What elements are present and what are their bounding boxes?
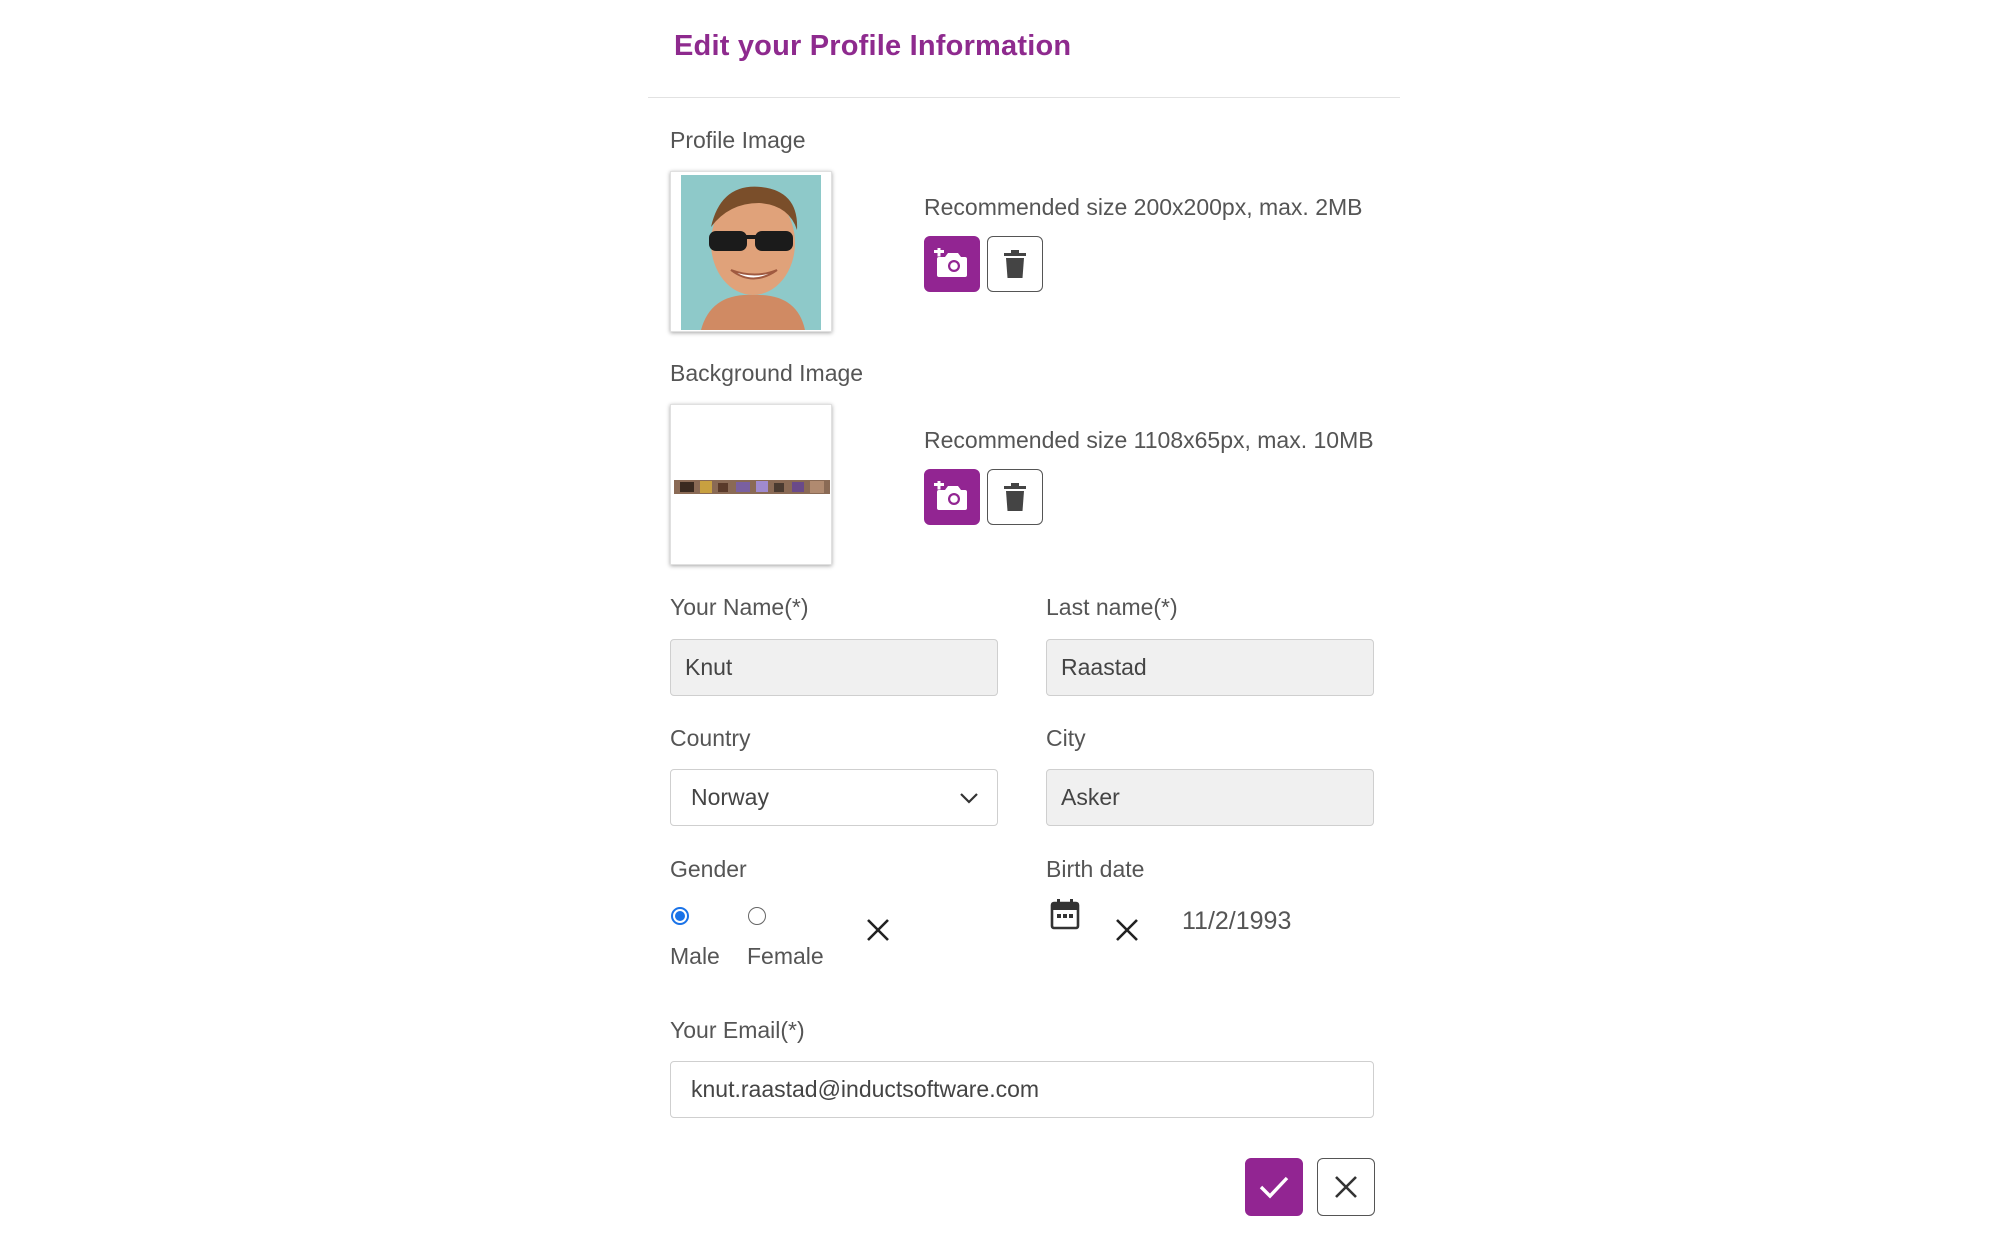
chevron-down-icon xyxy=(960,792,978,804)
close-icon xyxy=(1116,919,1138,941)
save-button[interactable] xyxy=(1245,1158,1303,1216)
title-divider xyxy=(648,97,1400,98)
birth-date-value: 11/2/1993 xyxy=(1182,907,1292,935)
country-select[interactable]: Norway xyxy=(670,769,998,826)
profile-photo xyxy=(681,175,821,330)
delete-profile-image-button[interactable] xyxy=(987,236,1043,292)
gender-female-label: Female xyxy=(747,943,824,969)
gender-label: Gender xyxy=(670,856,747,882)
gender-male-radio[interactable] xyxy=(671,907,689,925)
cancel-button[interactable] xyxy=(1317,1158,1375,1216)
email-label: Your Email(*) xyxy=(670,1017,805,1043)
background-image-thumbnail[interactable] xyxy=(670,404,832,565)
clear-gender-button[interactable] xyxy=(865,917,891,943)
clear-birth-date-button[interactable] xyxy=(1114,917,1140,943)
first-name-input[interactable]: Knut xyxy=(670,639,998,696)
page-title: Edit your Profile Information xyxy=(674,30,1072,62)
profile-image-label: Profile Image xyxy=(670,127,806,153)
country-label: Country xyxy=(670,725,751,751)
first-name-label: Your Name(*) xyxy=(670,594,809,620)
trash-icon xyxy=(1004,250,1026,278)
profile-image-hint: Recommended size 200x200px, max. 2MB xyxy=(924,194,1363,220)
close-icon xyxy=(1335,1176,1357,1198)
last-name-label: Last name(*) xyxy=(1046,594,1178,620)
birth-date-picker-button[interactable] xyxy=(1050,898,1080,930)
background-image-hint: Recommended size 1108x65px, max. 10MB xyxy=(924,427,1374,453)
camera-plus-icon xyxy=(934,248,967,277)
background-image-strip xyxy=(674,480,830,494)
trash-icon xyxy=(1004,483,1026,511)
birth-date-label: Birth date xyxy=(1046,856,1145,882)
upload-background-image-button[interactable] xyxy=(924,469,980,525)
gender-female-radio[interactable] xyxy=(748,907,766,925)
upload-profile-image-button[interactable] xyxy=(924,236,980,292)
camera-plus-icon xyxy=(934,481,967,510)
close-icon xyxy=(867,919,889,941)
gender-male-label: Male xyxy=(670,943,720,969)
city-input[interactable]: Asker xyxy=(1046,769,1374,826)
email-input[interactable]: knut.raastad@inductsoftware.com xyxy=(670,1061,1374,1118)
city-label: City xyxy=(1046,725,1086,751)
profile-image-thumbnail[interactable] xyxy=(670,171,832,332)
calendar-icon xyxy=(1050,899,1080,930)
country-selected-value: Norway xyxy=(691,784,769,810)
last-name-input[interactable]: Raastad xyxy=(1046,639,1374,696)
check-icon xyxy=(1259,1176,1289,1199)
background-image-label: Background Image xyxy=(670,360,864,386)
delete-background-image-button[interactable] xyxy=(987,469,1043,525)
